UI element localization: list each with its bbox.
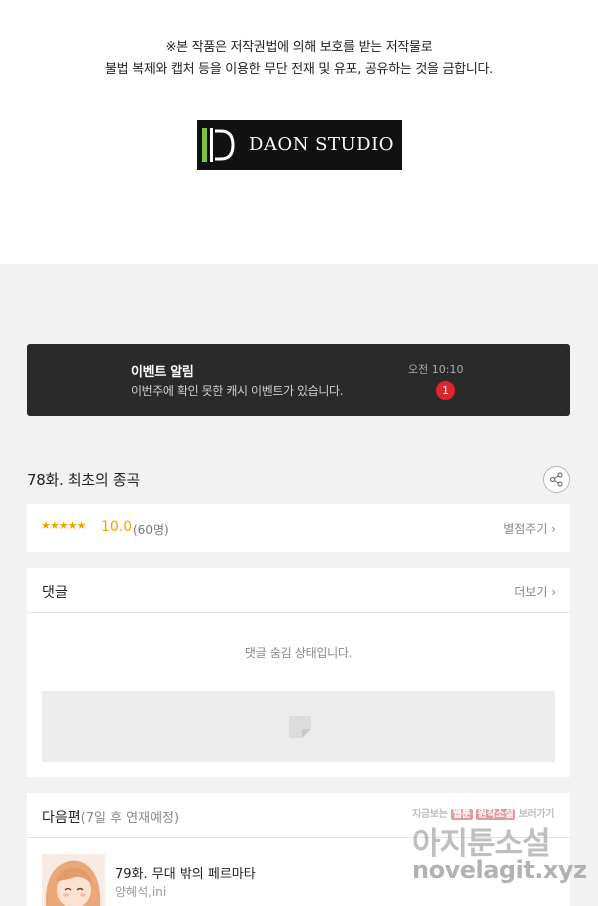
event-count-badge: 1 (436, 381, 455, 400)
rating-stars-icon: ★★★★★ (41, 519, 86, 532)
comments-more-button[interactable]: 더보기 › (514, 583, 556, 600)
rating-count: (60명) (133, 523, 169, 537)
episode-title: 78화. 최초의 종곡 (27, 471, 140, 489)
rating-card: ★★★★★ 10.0 (60명) 별점주기 › (27, 504, 570, 552)
next-episode-label: 다음편 (42, 810, 81, 826)
copyright-notice-line1: ※본 작품은 저작권법에 의해 보호를 받는 저작물로 (165, 40, 433, 55)
character-thumbnail-icon (42, 854, 105, 906)
copyright-section: ※본 작품은 저작권법에 의해 보호를 받는 저작물로 불법 복제와 캡처 등을… (0, 0, 598, 264)
next-episode-heading: 다음편(7일 후 연재예정) (42, 807, 179, 827)
share-button[interactable] (543, 466, 570, 493)
daon-studio-logo: DAON STUDIO (197, 120, 402, 170)
comments-title: 댓글 (42, 585, 68, 601)
event-notification[interactable]: 이벤트 알림 이번주에 확인 못한 캐시 이벤트가 있습니다. 오전 10:10… (27, 344, 570, 416)
rate-button[interactable]: 별점주기 › (503, 520, 556, 537)
event-time: 오전 10:10 (408, 363, 464, 376)
next-episode-thumbnail[interactable] (42, 854, 105, 906)
comments-card: 댓글 더보기 › 댓글 숨김 상태입니다. (27, 568, 570, 777)
daon-logo-mark-icon (202, 128, 235, 162)
event-title: 이벤트 알림 (131, 365, 194, 380)
ad-banner-placeholder[interactable] (42, 691, 555, 762)
next-episode-author: 양혜석,ini (115, 885, 167, 899)
next-episode-title[interactable]: 79화. 무대 밖의 페르마타 (115, 863, 256, 882)
next-episode-card[interactable]: 다음편(7일 후 연재예정) 79화. 무대 밖의 페르마타 양혜석,ini (27, 793, 570, 906)
next-episode-schedule: (7일 후 연재예정) (80, 811, 180, 826)
image-placeholder-icon (289, 716, 311, 738)
rating-score: 10.0 (101, 519, 133, 535)
copyright-notice-line2: 불법 복제와 캡처 등을 이용한 무단 전재 및 유포, 공유하는 것을 금합니… (105, 62, 493, 77)
comments-header: 댓글 더보기 › (27, 568, 570, 613)
event-message: 이번주에 확인 못한 캐시 이벤트가 있습니다. (131, 384, 344, 398)
next-episode-header: 다음편(7일 후 연재예정) (27, 793, 570, 838)
comments-hidden-message: 댓글 숨김 상태입니다. (244, 646, 353, 660)
share-icon (549, 472, 563, 487)
logo-text: DAON STUDIO (249, 134, 394, 155)
